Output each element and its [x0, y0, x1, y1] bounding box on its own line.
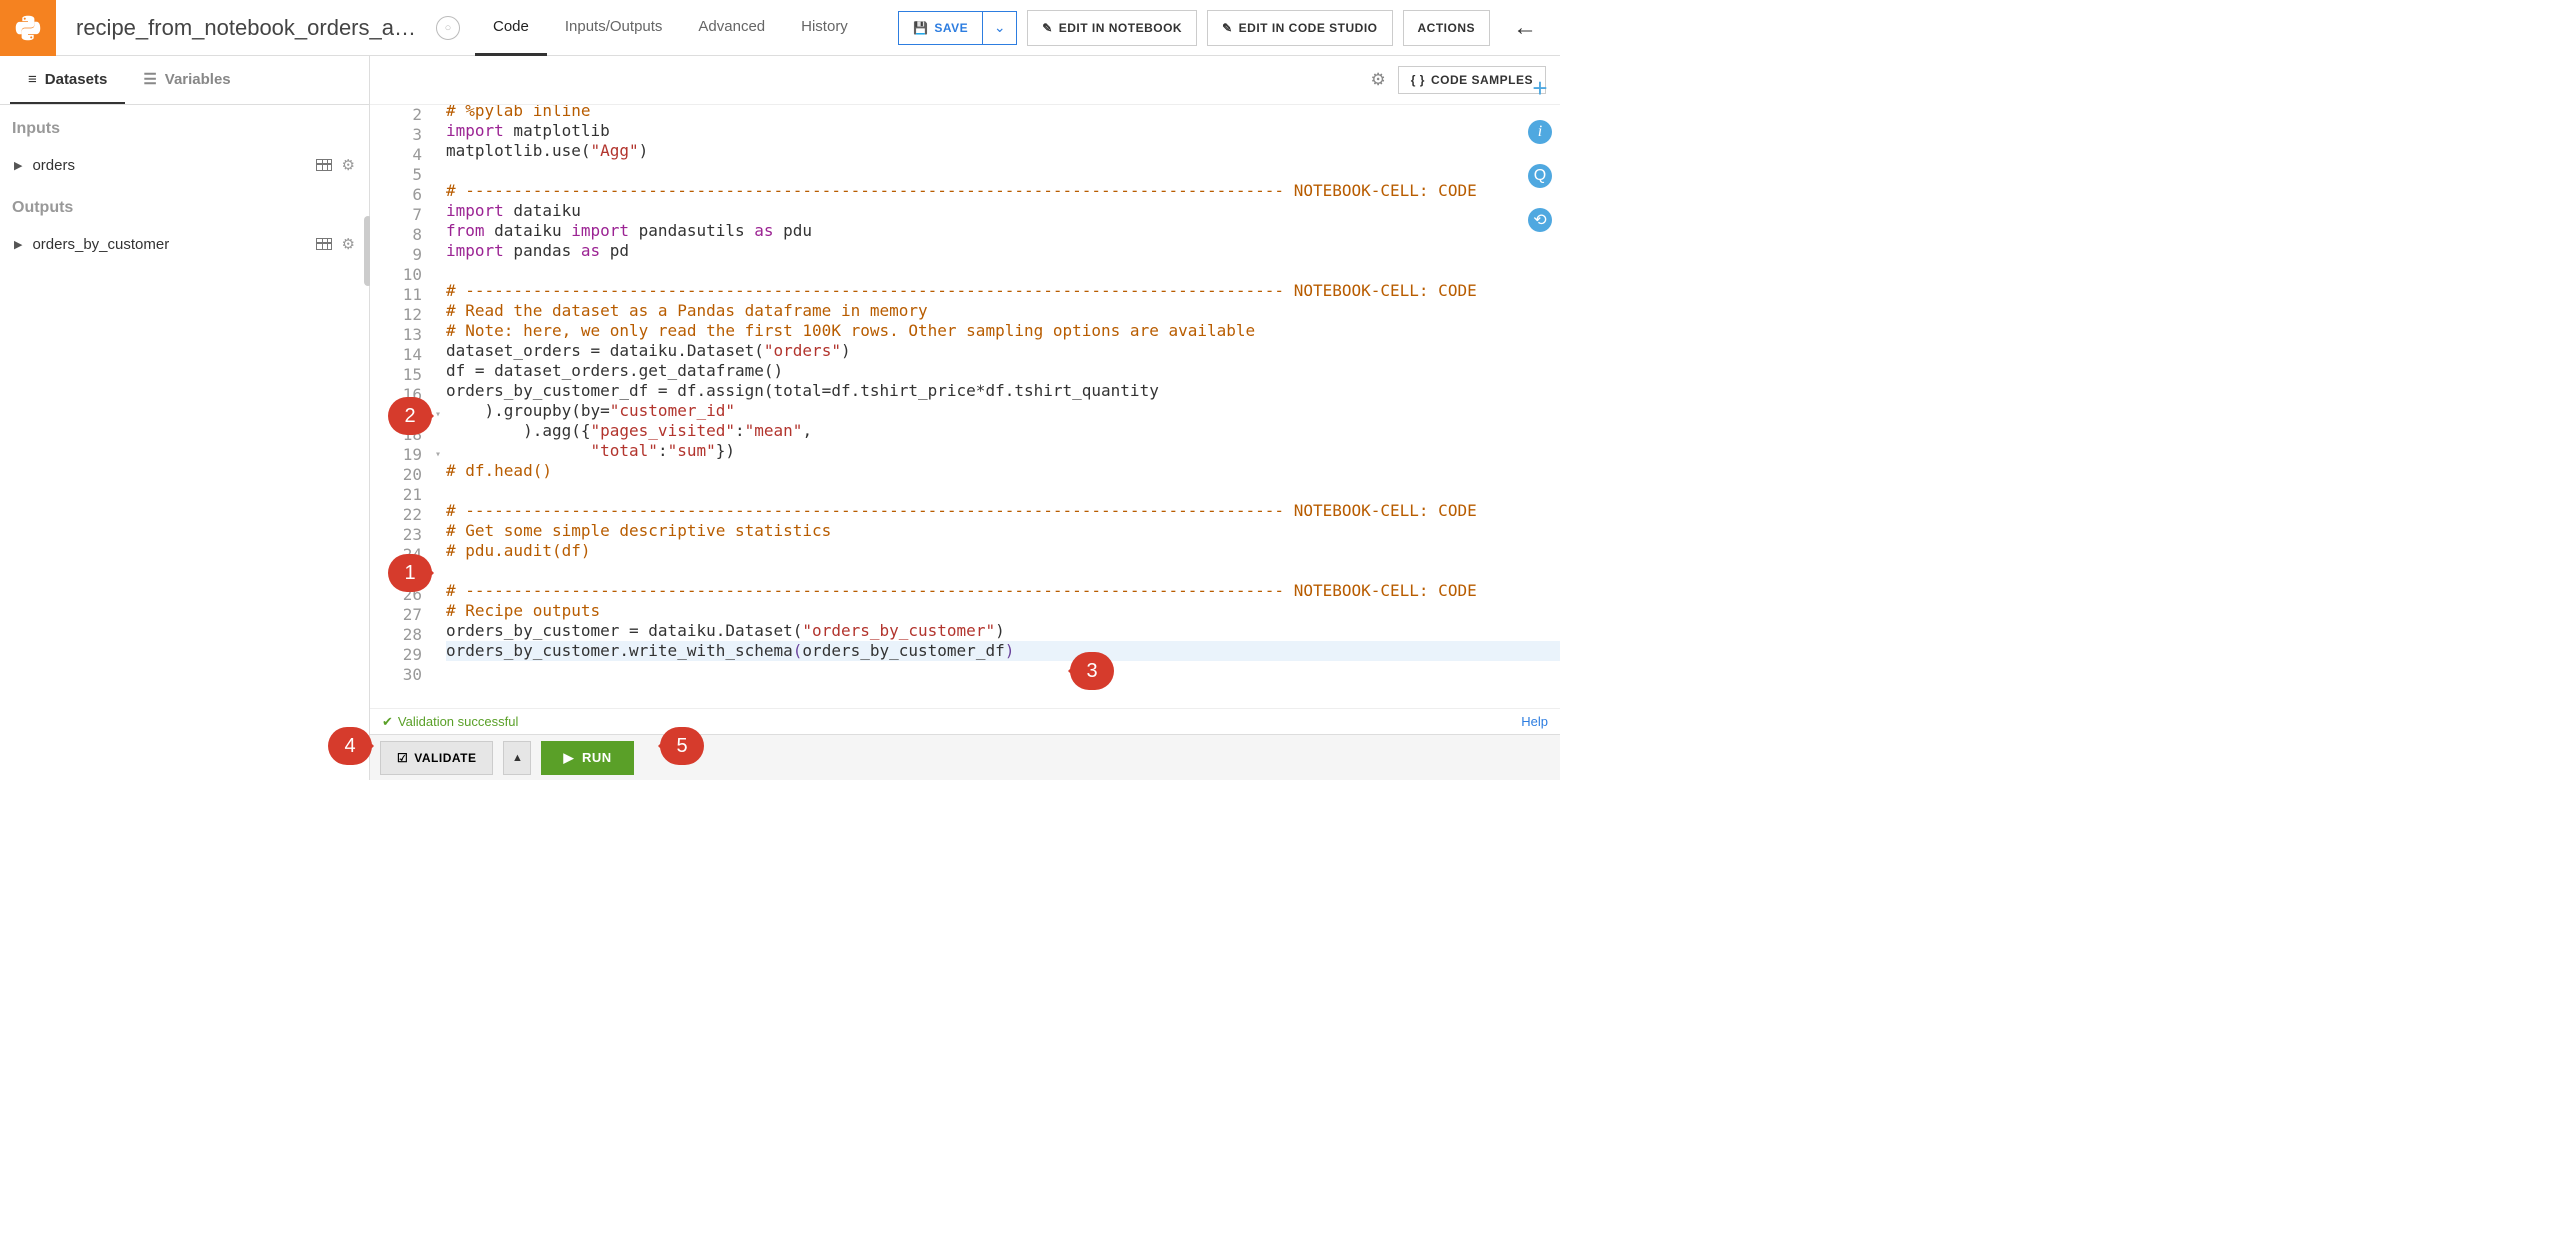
chat-icon[interactable]: Q [1528, 164, 1552, 188]
edit-in-code-studio-button[interactable]: ✎ EDIT IN CODE STUDIO [1207, 10, 1392, 46]
actions-button[interactable]: ACTIONS [1403, 10, 1491, 46]
table-icon[interactable] [316, 238, 332, 250]
python-logo-icon [0, 0, 56, 56]
right-rail: + i Q ⟲ [1520, 56, 1560, 232]
nav-tabs: Code Inputs/Outputs Advanced History [475, 0, 866, 56]
run-button[interactable]: ▶ RUN [541, 741, 633, 775]
edit-in-notebook-button[interactable]: ✎ EDIT IN NOTEBOOK [1027, 10, 1197, 46]
gear-icon[interactable]: ⚙ [342, 235, 355, 253]
braces-icon: { } [1411, 73, 1425, 87]
outputs-header: Outputs [0, 184, 369, 225]
annotation-1: 1 [388, 554, 432, 592]
validate-dropdown[interactable]: ▲ [503, 741, 531, 775]
pencil-icon: ✎ [1042, 21, 1053, 35]
validation-status: ✔ Validation successful [382, 714, 518, 730]
tab-inputs-outputs[interactable]: Inputs/Outputs [547, 0, 681, 56]
save-button[interactable]: 💾 SAVE [899, 12, 982, 44]
header: recipe_from_notebook_orders_ana... ○ Cod… [0, 0, 1560, 56]
sidebar: ≡ Datasets ☰ Variables Inputs ▶ orders ⚙… [0, 56, 370, 780]
save-dropdown[interactable]: ⌄ [982, 12, 1016, 44]
check-square-icon: ☑ [397, 751, 408, 765]
validate-button[interactable]: ☑ VALIDATE [380, 741, 493, 775]
sidebar-tab-variables[interactable]: ☰ Variables [125, 56, 248, 104]
editor: ⚙ { } CODE SAMPLES 234567891011121314151… [370, 56, 1560, 780]
floppy-icon: 💾 [913, 21, 928, 35]
annotation-4: 4 [328, 727, 372, 765]
caret-right-icon: ▶ [14, 238, 22, 251]
gear-icon[interactable]: ⚙ [342, 156, 355, 174]
list-icon: ☰ [143, 70, 156, 88]
table-icon[interactable] [316, 159, 332, 171]
header-actions: 💾 SAVE ⌄ ✎ EDIT IN NOTEBOOK ✎ EDIT IN CO… [898, 10, 1560, 46]
status-bar: ✔ Validation successful Help [370, 708, 1560, 734]
editor-settings-icon[interactable]: ⚙ [1371, 70, 1386, 90]
pencil-icon: ✎ [1222, 21, 1233, 35]
caret-right-icon: ▶ [14, 159, 22, 172]
annotation-2: 2 [388, 397, 432, 435]
inputs-header: Inputs [0, 105, 369, 146]
input-dataset-orders[interactable]: ▶ orders ⚙ [0, 146, 369, 184]
output-dataset-orders-by-customer[interactable]: ▶ orders_by_customer ⚙ [0, 225, 369, 263]
play-icon: ▶ [563, 750, 574, 766]
tab-code[interactable]: Code [475, 0, 547, 56]
history-icon[interactable]: ⟲ [1528, 208, 1552, 232]
tab-history[interactable]: History [783, 0, 866, 56]
tab-advanced[interactable]: Advanced [680, 0, 783, 56]
info-icon[interactable]: i [1528, 120, 1552, 144]
database-icon: ≡ [28, 71, 37, 88]
back-arrow-icon[interactable]: ← [1505, 14, 1545, 42]
annotation-5: 5 [660, 727, 704, 765]
code-editor[interactable]: 2345678910111213141516171819202122232425… [370, 105, 1560, 708]
status-circle-icon: ○ [436, 16, 460, 40]
recipe-title: recipe_from_notebook_orders_ana... [56, 15, 436, 41]
save-group: 💾 SAVE ⌄ [898, 11, 1017, 45]
help-link[interactable]: Help [1521, 714, 1548, 729]
sidebar-tab-datasets[interactable]: ≡ Datasets [10, 56, 125, 104]
check-icon: ✔ [382, 714, 393, 730]
add-icon[interactable]: + [1528, 76, 1552, 100]
bottom-bar: ☑ VALIDATE ▲ ▶ RUN [370, 734, 1560, 780]
annotation-3: 3 [1070, 652, 1114, 690]
